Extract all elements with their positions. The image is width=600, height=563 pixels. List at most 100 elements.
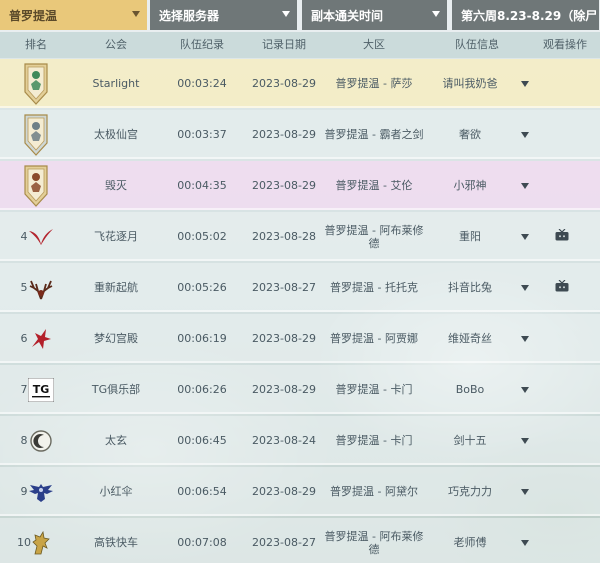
team-record-time: 00:04:35: [177, 179, 227, 192]
table-row: 7 TG TG俱乐部 00:06:26 2023-08-29 普罗提温 - 卡门…: [0, 365, 600, 414]
region-select[interactable]: 普罗提温: [0, 0, 148, 30]
guild-name: 小红伞: [99, 485, 133, 498]
server-select-value: 选择服务器: [159, 8, 220, 23]
table-row: 9 小红伞 00:06:54 2023-08-29 普罗提温 - 阿黛尔 巧克力…: [0, 467, 600, 516]
table-row: Starlight 00:03:24 2023-08-29 普罗提温 - 萨莎 …: [0, 59, 600, 108]
team-info-expand[interactable]: [512, 161, 538, 210]
team-info-expand[interactable]: [512, 416, 538, 465]
region-server: 普罗提温 - 阿黛尔: [330, 485, 418, 498]
header-team-info: 队伍信息: [455, 38, 499, 51]
sort-select[interactable]: 副本通关时间: [302, 0, 448, 30]
record-date: 2023-08-29: [252, 77, 316, 90]
team-leader: BoBo: [455, 383, 485, 396]
chevron-down-icon[interactable]: [521, 80, 529, 87]
chevron-down-icon[interactable]: [521, 386, 529, 393]
chevron-down-icon[interactable]: [521, 488, 529, 495]
team-record-time: 00:06:19: [177, 332, 227, 345]
blue-eagle-emblem-icon: [28, 467, 54, 516]
record-date: 2023-08-27: [252, 281, 316, 294]
region-server: 普罗提温 - 阿布莱修德: [324, 529, 424, 556]
guild-name: 太极仙宫: [94, 128, 138, 141]
server-select[interactable]: 选择服务器: [150, 0, 298, 30]
guild-name: 飞花逐月: [94, 230, 138, 243]
record-date: 2023-08-29: [252, 485, 316, 498]
record-date: 2023-08-24: [252, 434, 316, 447]
rank-number: 7: [20, 383, 28, 396]
team-leader: 小邪神: [453, 179, 487, 192]
team-record-time: 00:06:26: [177, 383, 227, 396]
team-leader: 剑十五: [453, 434, 487, 447]
team-record-time: 00:05:02: [177, 230, 227, 243]
week-select-value: 第六周8.23-8.29（除尸: [461, 8, 598, 23]
chevron-down-icon[interactable]: [521, 131, 529, 138]
team-info-expand[interactable]: [512, 365, 538, 414]
gold-medal-icon: [20, 59, 52, 108]
red-dragon-emblem-icon: [28, 314, 54, 363]
region-server: 普罗提温 - 萨莎: [335, 77, 413, 90]
chevron-down-icon[interactable]: [521, 182, 529, 189]
chevron-down-icon: [132, 11, 140, 17]
team-record-time: 00:03:37: [177, 128, 227, 141]
table-row: 5 重新起航 00:05:26 2023-08-27 普罗提温 - 托托克 抖音…: [0, 263, 600, 312]
team-info-expand[interactable]: [512, 212, 538, 261]
rank-number: 5: [20, 281, 28, 294]
chevron-down-icon[interactable]: [521, 284, 529, 291]
record-date: 2023-08-29: [252, 383, 316, 396]
team-info-expand[interactable]: [512, 467, 538, 516]
team-record-time: 00:07:08: [177, 536, 227, 549]
table-row: 10 高铁快车 00:07:08 2023-08-27 普罗提温 - 阿布莱修德…: [0, 518, 600, 563]
team-leader: 重阳: [459, 230, 481, 243]
team-info-expand[interactable]: [512, 518, 538, 563]
table-row: 太极仙宫 00:03:37 2023-08-29 普罗提温 - 霸者之剑 奢欲: [0, 110, 600, 159]
guild-name: Starlight: [92, 77, 140, 90]
region-select-value: 普罗提温: [9, 8, 58, 23]
week-select[interactable]: 第六周8.23-8.29（除尸: [452, 0, 600, 30]
guild-name: TG俱乐部: [91, 383, 141, 396]
region-server: 普罗提温 - 卡门: [335, 383, 413, 396]
header-team-record: 队伍纪录: [180, 38, 224, 51]
region-server: 普罗提温 - 阿贾娜: [330, 332, 418, 345]
rank-number: 4: [20, 230, 28, 243]
region-server: 普罗提温 - 卡门: [335, 434, 413, 447]
chevron-down-icon[interactable]: [521, 539, 529, 546]
tv-icon[interactable]: [555, 228, 569, 244]
bronze-medal-icon: [20, 161, 52, 210]
chevron-down-icon[interactable]: [521, 335, 529, 342]
team-info-expand[interactable]: [512, 314, 538, 363]
team-leader: 巧克力力: [448, 485, 492, 498]
tg-logo-icon: TG: [28, 365, 54, 414]
region-server: 普罗提温 - 托托克: [330, 281, 418, 294]
team-record-time: 00:06:54: [177, 485, 227, 498]
watch-video-button[interactable]: [548, 212, 576, 261]
header-watch: 观看操作: [543, 38, 587, 51]
team-leader: 抖音比兔: [448, 281, 492, 294]
team-info-expand[interactable]: [512, 110, 538, 159]
record-date: 2023-08-27: [252, 536, 316, 549]
rank-number: 8: [20, 434, 28, 447]
guild-name: 高铁快车: [94, 536, 138, 549]
header-region: 大区: [363, 38, 385, 51]
team-record-time: 00:06:45: [177, 434, 227, 447]
rank-number: 9: [20, 485, 28, 498]
team-info-expand[interactable]: [512, 263, 538, 312]
team-record-time: 00:03:24: [177, 77, 227, 90]
record-date: 2023-08-29: [252, 332, 316, 345]
chevron-down-icon[interactable]: [521, 437, 529, 444]
svg-text:TG: TG: [33, 383, 50, 396]
sort-select-value: 副本通关时间: [311, 8, 384, 23]
header-rank: 排名: [25, 38, 47, 51]
table-row: 4 飞花逐月 00:05:02 2023-08-28 普罗提温 - 阿布莱修德 …: [0, 212, 600, 261]
table-row: 毁灭 00:04:35 2023-08-29 普罗提温 - 艾伦 小邪神: [0, 161, 600, 210]
filter-bar: 普罗提温 选择服务器 副本通关时间 第六周8.23-8.29（除尸: [0, 0, 600, 32]
guild-name: 太玄: [105, 434, 127, 447]
team-leader: 奢欲: [459, 128, 481, 141]
chevron-down-icon[interactable]: [521, 233, 529, 240]
tv-icon[interactable]: [555, 279, 569, 295]
watch-video-button[interactable]: [548, 263, 576, 312]
red-swallow-emblem-icon: [28, 212, 54, 261]
team-info-expand[interactable]: [512, 59, 538, 108]
table-header: 排名 公会 队伍纪录 记录日期 大区 队伍信息 观看操作: [0, 32, 600, 58]
record-date: 2023-08-28: [252, 230, 316, 243]
region-server: 普罗提温 - 霸者之剑: [324, 128, 424, 141]
team-leader: 请叫我奶爸: [442, 77, 498, 90]
